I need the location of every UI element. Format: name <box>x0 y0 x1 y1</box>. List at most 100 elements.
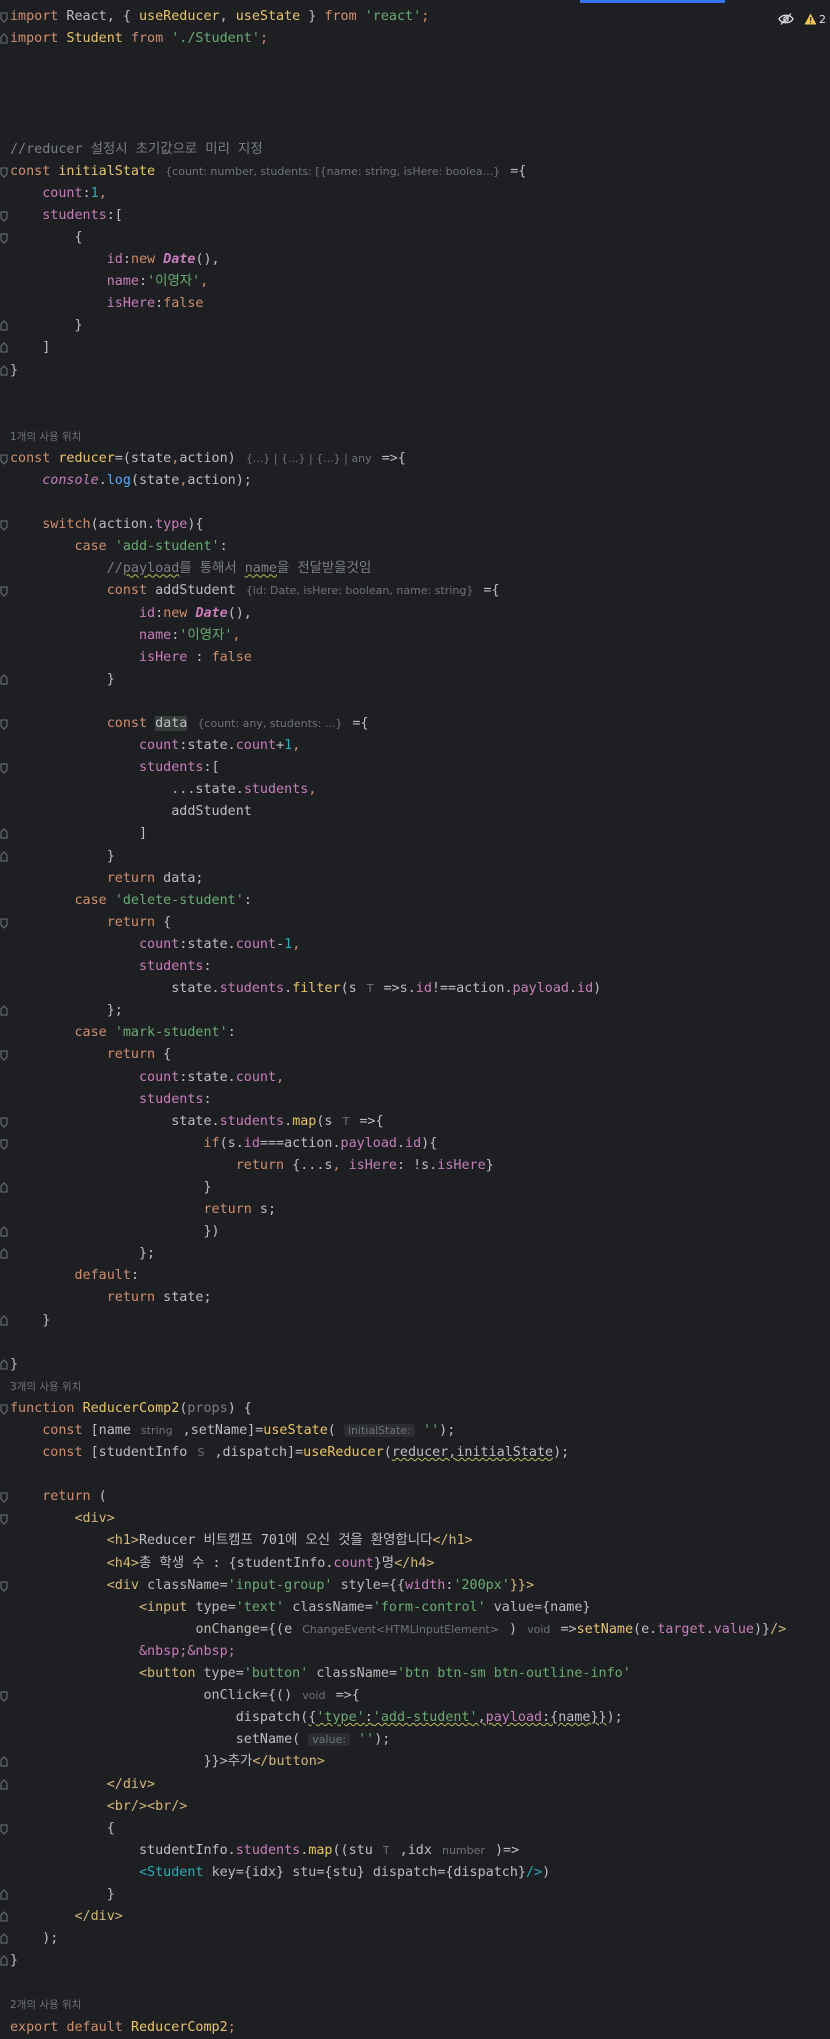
code-line[interactable]: <button type='button' className='btn btn… <box>0 1663 830 1685</box>
code-line[interactable]: } <box>0 315 830 337</box>
code-line[interactable]: } <box>0 846 830 868</box>
code-line[interactable] <box>0 94 830 116</box>
fold-arrow-icon[interactable] <box>0 1248 8 1260</box>
code-line[interactable]: } <box>0 1310 830 1332</box>
fold-arrow-icon[interactable] <box>0 519 8 531</box>
code-line[interactable]: count:state.count+1, <box>0 735 830 757</box>
fold-arrow-icon[interactable] <box>0 166 8 178</box>
code-line[interactable]: export default ReducerComp2; <box>0 2017 830 2039</box>
fold-arrow-icon[interactable] <box>0 1756 8 1768</box>
code-line[interactable]: //reducer 설정시 초기값으로 미리 지정 <box>0 139 830 161</box>
fold-arrow-icon[interactable] <box>0 210 8 222</box>
code-line[interactable]: //payload를 통해서 name을 전달받을것임 <box>0 558 830 580</box>
code-line[interactable]: id:new Date(), <box>0 603 830 625</box>
fold-arrow-icon[interactable] <box>0 33 8 45</box>
fold-arrow-icon[interactable] <box>0 1226 8 1238</box>
code-line[interactable]: setName( value: ''); <box>0 1729 830 1751</box>
fold-arrow-icon[interactable] <box>0 1182 8 1194</box>
code-line[interactable]: return s; <box>0 1199 830 1221</box>
code-line[interactable]: } <box>0 1177 830 1199</box>
fold-arrow-icon[interactable] <box>0 1403 8 1415</box>
code-line[interactable]: { <box>0 227 830 249</box>
code-line[interactable]: }; <box>0 1000 830 1022</box>
code-line[interactable]: return {...s, isHere: !s.isHere} <box>0 1155 830 1177</box>
code-line[interactable]: const initialState {count: number, stude… <box>0 161 830 183</box>
fold-arrow-icon[interactable] <box>0 917 8 929</box>
fold-arrow-icon[interactable] <box>0 1314 8 1327</box>
code-line[interactable]: students: <box>0 956 830 978</box>
code-line[interactable]: name:'이영자', <box>0 625 830 647</box>
code-line[interactable]: return ( <box>0 1486 830 1508</box>
fold-arrow-icon[interactable] <box>0 11 8 23</box>
code-line[interactable]: onChange={(e ChangeEvent<HTMLInputElemen… <box>0 1619 830 1641</box>
code-line[interactable]: } <box>0 669 830 691</box>
code-line[interactable]: addStudent <box>0 801 830 823</box>
fold-arrow-icon[interactable] <box>0 1933 8 1945</box>
code-line[interactable]: case 'add-student': <box>0 536 830 558</box>
fold-arrow-icon[interactable] <box>0 1049 8 1062</box>
fold-arrow-icon[interactable] <box>0 762 8 774</box>
scroll-indicator[interactable] <box>580 0 725 3</box>
code-line[interactable]: dispatch({'type':'add-student',payload:{… <box>0 1707 830 1729</box>
code-line[interactable]: ] <box>0 337 830 359</box>
code-line[interactable]: </div> <box>0 1906 830 1928</box>
fold-arrow-icon[interactable] <box>0 1911 8 1923</box>
fold-arrow-icon[interactable] <box>0 828 8 840</box>
code-line[interactable] <box>0 72 830 94</box>
code-line[interactable]: const [studentInfo S ,dispatch]=useReduc… <box>0 1442 830 1464</box>
fold-arrow-icon[interactable] <box>0 232 8 244</box>
code-line[interactable]: students: <box>0 1089 830 1111</box>
code-line[interactable]: <h1>Reducer 비트캠프 701에 오신 것을 환영합니다</h1> <box>0 1530 830 1552</box>
code-line[interactable]: case 'delete-student': <box>0 890 830 912</box>
code-line[interactable]: { <box>0 1818 830 1840</box>
code-line[interactable]: count:state.count-1, <box>0 934 830 956</box>
code-line[interactable]: return { <box>0 1044 830 1066</box>
code-line[interactable]: }; <box>0 1243 830 1265</box>
code-line[interactable] <box>0 492 830 514</box>
fold-arrow-icon[interactable] <box>0 364 8 377</box>
code-line[interactable]: students:[ <box>0 757 830 779</box>
code-line[interactable]: const reducer=(state,action) {...} | {..… <box>0 448 830 470</box>
code-line[interactable]: console.log(state,action); <box>0 470 830 492</box>
code-line[interactable]: onClick={() void =>{ <box>0 1685 830 1707</box>
code-line[interactable] <box>0 1464 830 1486</box>
fold-arrow-icon[interactable] <box>0 585 8 598</box>
code-line[interactable]: isHere:false <box>0 293 830 315</box>
code-line[interactable]: }) <box>0 1221 830 1243</box>
code-line[interactable]: isHere : false <box>0 647 830 669</box>
code-line[interactable]: return data; <box>0 868 830 890</box>
fold-arrow-icon[interactable] <box>0 1491 8 1503</box>
fold-arrow-icon[interactable] <box>0 1138 8 1150</box>
fold-arrow-icon[interactable] <box>0 1889 8 1901</box>
fold-arrow-icon[interactable] <box>0 1513 8 1526</box>
code-line[interactable]: <h4>총 학생 수 : {studentInfo.count}명</h4> <box>0 1553 830 1575</box>
code-line[interactable]: import Student from './Student'; <box>0 28 830 50</box>
code-line[interactable] <box>0 1972 830 1994</box>
fold-arrow-icon[interactable] <box>0 1823 8 1835</box>
code-line[interactable]: count:state.count, <box>0 1067 830 1089</box>
fold-arrow-icon[interactable] <box>0 1580 8 1592</box>
usage-hint[interactable]: 3개의 사용 위치 <box>0 1376 830 1398</box>
code-line[interactable] <box>0 116 830 138</box>
code-line[interactable] <box>0 382 830 404</box>
code-line[interactable]: name:'이영자', <box>0 271 830 293</box>
fold-arrow-icon[interactable] <box>0 1778 8 1791</box>
code-line[interactable] <box>0 404 830 426</box>
usage-hint[interactable]: 2개의 사용 위치 <box>0 1994 830 2016</box>
fold-arrow-icon[interactable] <box>0 718 8 730</box>
code-line[interactable]: ] <box>0 823 830 845</box>
code-line[interactable]: ); <box>0 1928 830 1950</box>
code-line[interactable]: function ReducerComp2(props) { <box>0 1398 830 1420</box>
code-line[interactable] <box>0 1332 830 1354</box>
code-line[interactable]: } <box>0 1950 830 1972</box>
code-line[interactable]: const data {count: any, students: ...} =… <box>0 713 830 735</box>
fold-arrow-icon[interactable] <box>0 1690 8 1702</box>
code-line[interactable]: studentInfo.students.map((stu T ,idx num… <box>0 1840 830 1862</box>
code-line[interactable]: ...state.students, <box>0 779 830 801</box>
fold-arrow-icon[interactable] <box>0 320 8 332</box>
code-line[interactable]: <br/><br/> <box>0 1796 830 1818</box>
code-line[interactable]: state.students.map(s T =>{ <box>0 1111 830 1133</box>
code-line[interactable]: default: <box>0 1265 830 1287</box>
code-line[interactable]: students:[ <box>0 205 830 227</box>
code-line[interactable]: state.students.filter(s T =>s.id!==actio… <box>0 978 830 1000</box>
